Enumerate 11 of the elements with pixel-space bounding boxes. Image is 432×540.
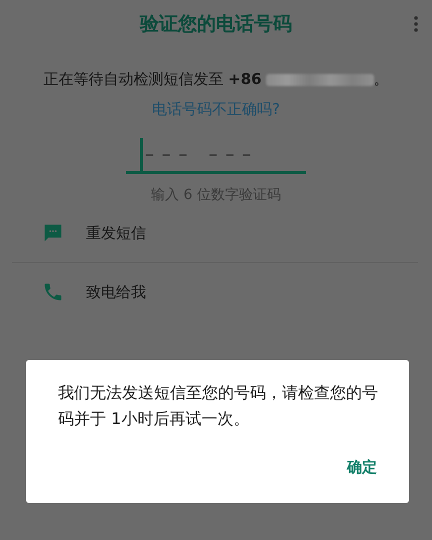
message-icon <box>42 222 64 244</box>
code-field[interactable]: – – – – – – <box>126 138 306 174</box>
option-item[interactable]: 致电给我 <box>86 282 146 302</box>
period-mark: 。 <box>374 70 389 88</box>
dialog-message: 我们无法发送短信至您的号码，请检查您的号码并于 1小时后再试一次。 <box>58 382 379 430</box>
option-item[interactable]: 重发短信 <box>86 224 146 242</box>
screen-title: 验证您的电话号码 <box>140 12 292 37</box>
instruction-text: 正在等待自动检测短信发至 +86 <box>43 70 262 88</box>
confirm-button[interactable]: 确定 <box>341 454 383 481</box>
more-options-icon[interactable] <box>414 16 418 32</box>
phone-icon <box>42 281 64 303</box>
